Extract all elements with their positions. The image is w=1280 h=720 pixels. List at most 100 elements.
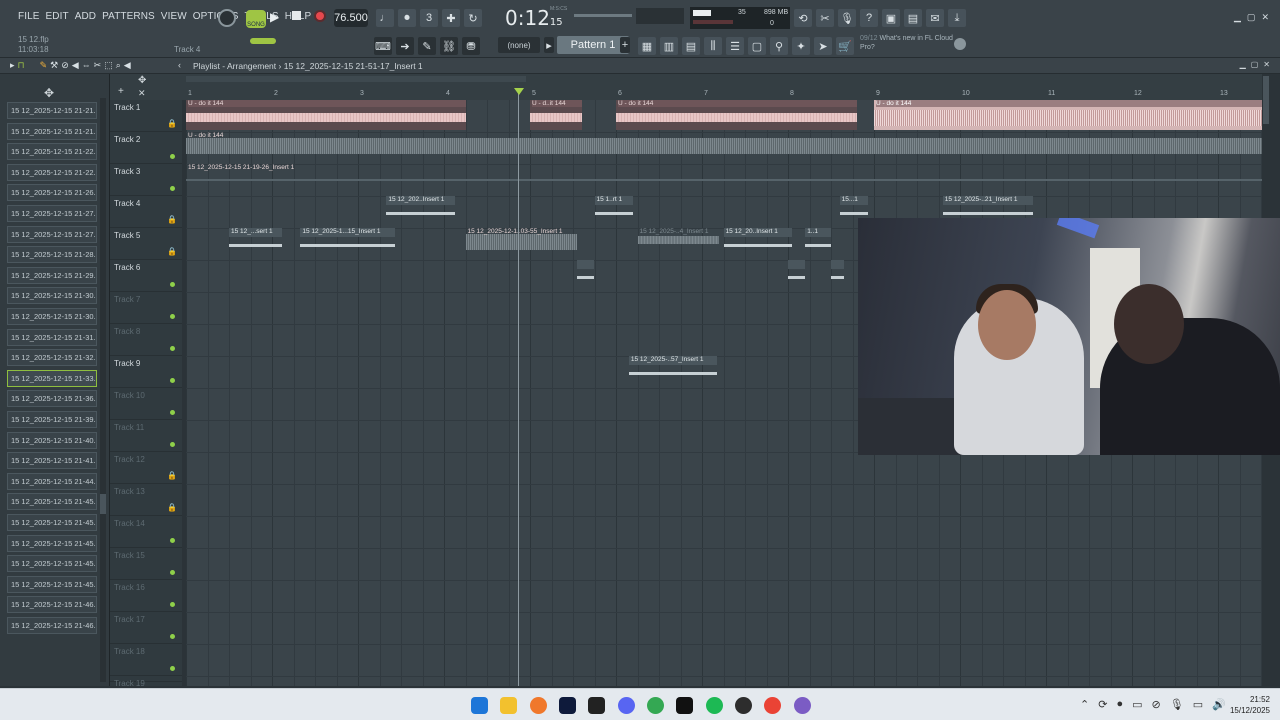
plugin-icon[interactable]: ▢: [748, 37, 766, 55]
browser-item[interactable]: 15 12_2025-12-15 21-27..: [7, 205, 97, 222]
audio-clip[interactable]: [788, 260, 806, 290]
tray-app-icon[interactable]: ●: [1116, 698, 1123, 711]
browser-item[interactable]: 15 12_2025-12-15 21-28..: [7, 246, 97, 264]
stop-icon[interactable]: [292, 11, 301, 20]
news-panel[interactable]: 09/12 What's new in FL Cloud Pro?: [860, 34, 960, 52]
menu-view[interactable]: VIEW: [161, 11, 187, 22]
browser-item[interactable]: 15 12_2025-12-15 21-30..: [7, 308, 97, 325]
metronome-icon[interactable]: ♩: [376, 9, 394, 27]
lock-icon[interactable]: 🔒: [167, 503, 177, 512]
audio-clip[interactable]: [831, 260, 844, 290]
track-header[interactable]: Track 19: [110, 676, 182, 688]
mute-led[interactable]: [170, 154, 175, 159]
mute-led[interactable]: [170, 666, 175, 671]
track-header[interactable]: Track 6: [110, 260, 182, 292]
tray-volume-icon[interactable]: 🔊: [1212, 698, 1226, 711]
audio-clip[interactable]: 15 12_2025-1...15_Insert 1: [300, 228, 395, 258]
shop-icon[interactable]: 🛒: [836, 37, 854, 55]
loop-record-icon[interactable]: ↻: [464, 9, 482, 27]
mixer-icon[interactable]: ▤: [904, 9, 922, 27]
pattern-add-icon[interactable]: +: [620, 37, 630, 53]
tray-mic-icon[interactable]: 🎙: [1170, 698, 1184, 711]
lock-icon[interactable]: 🔒: [167, 215, 177, 224]
tray-mute-icon[interactable]: ⊘: [1152, 698, 1161, 711]
close-icon[interactable]: ✕: [138, 88, 146, 99]
menu-patterns[interactable]: PATTERNS: [102, 11, 155, 22]
obs-icon[interactable]: [794, 697, 811, 714]
track-header[interactable]: Track 14: [110, 516, 182, 548]
mute-led[interactable]: [170, 314, 175, 319]
undo-history-icon[interactable]: ⟲: [794, 9, 812, 27]
mute-led[interactable]: [170, 442, 175, 447]
browser-item[interactable]: 15 12_2025-12-15 21-40..: [7, 431, 97, 449]
track-header[interactable]: Track 10: [110, 388, 182, 420]
track-header[interactable]: Track 13 🔒: [110, 484, 182, 516]
pencil-icon[interactable]: ✎: [418, 37, 436, 55]
tray-display-icon[interactable]: ▭: [1132, 698, 1142, 711]
menu-add[interactable]: ADD: [75, 11, 96, 22]
mute-led[interactable]: [170, 602, 175, 607]
tray-network-icon[interactable]: ▭: [1193, 698, 1203, 711]
audio-clip[interactable]: 15 12_2025-..57_Insert 1: [628, 356, 717, 386]
save-icon[interactable]: ▣: [882, 9, 900, 27]
browser-item[interactable]: 15 12_2025-12-15 21-36..: [7, 390, 97, 408]
channel-rack-icon[interactable]: ▤: [682, 37, 700, 55]
lock-icon[interactable]: 🔒: [167, 471, 177, 480]
audio-clip[interactable]: U - do it 144: [874, 100, 1262, 130]
time-scrollbar[interactable]: [186, 76, 526, 82]
playhead[interactable]: [518, 89, 519, 686]
browser-item[interactable]: 15 12_2025-12-15 21-33..: [7, 369, 97, 387]
track-header[interactable]: Track 9: [110, 356, 182, 388]
typing-keyboard-icon[interactable]: ⌨: [374, 37, 392, 55]
start-icon[interactable]: [471, 697, 488, 714]
browser-scroll-thumb[interactable]: [100, 494, 106, 514]
track-header[interactable]: Track 16: [110, 580, 182, 612]
playlist-close-icon[interactable]: ✕: [1263, 60, 1270, 69]
spotify-icon[interactable]: [706, 697, 723, 714]
discord-icon[interactable]: [618, 697, 635, 714]
track-header[interactable]: Track 18: [110, 644, 182, 676]
news-globe-icon[interactable]: [954, 38, 966, 50]
audio-clip[interactable]: 1..1: [805, 228, 831, 258]
ableton-live-icon[interactable]: [676, 697, 693, 714]
playlist-scroll-thumb[interactable]: [1263, 76, 1269, 124]
unity-icon[interactable]: [588, 697, 605, 714]
mute-led[interactable]: [170, 538, 175, 543]
browser-item[interactable]: 15 12_2025-12-15 21-45..: [7, 575, 97, 593]
audio-clip[interactable]: 15 12_2025-12-1..03-55_Insert 1: [465, 228, 578, 258]
master-pitch-slider[interactable]: [574, 14, 632, 17]
track-header[interactable]: Track 12 🔒: [110, 452, 182, 484]
chat-icon[interactable]: ✉: [926, 9, 944, 27]
fl-studio-icon[interactable]: [530, 697, 547, 714]
slip-icon[interactable]: ⇔: [82, 60, 91, 71]
add-track-icon[interactable]: +: [118, 86, 124, 97]
playlist-back-icon[interactable]: ‹: [178, 60, 181, 70]
download-icon[interactable]: ⤓: [948, 9, 966, 27]
audio-clip[interactable]: 15 1..rt 1: [594, 196, 634, 226]
song-mode-button[interactable]: SONG: [246, 10, 266, 28]
track-header[interactable]: Track 17: [110, 612, 182, 644]
track-header[interactable]: Track 5 🔒: [110, 228, 182, 260]
mixer-view-icon[interactable]: ⫼: [704, 37, 722, 55]
record-icon[interactable]: [314, 10, 326, 22]
track-header[interactable]: Track 7: [110, 292, 182, 324]
zoom-icon[interactable]: ⌕: [116, 60, 121, 71]
menu-edit[interactable]: EDIT: [46, 11, 69, 22]
browser-scrollbar[interactable]: [100, 98, 106, 682]
minimize-icon[interactable]: ▁: [1234, 12, 1241, 23]
select-icon[interactable]: ⬚: [104, 60, 113, 71]
pattern-prev-icon[interactable]: ▸: [544, 37, 554, 53]
audio-clip[interactable]: [577, 260, 595, 290]
browser-item[interactable]: 15 12_2025-12-15 21-30..: [7, 287, 97, 305]
master-volume-knob[interactable]: [218, 9, 236, 27]
menu-file[interactable]: FILE: [18, 11, 40, 22]
countdown-icon[interactable]: 3: [420, 9, 438, 27]
browser-item[interactable]: 15 12_2025-12-15 21-46..: [7, 596, 97, 614]
lock-icon[interactable]: 🔒: [167, 119, 177, 128]
browser-item[interactable]: 15 12_2025-12-15 21-21..: [7, 122, 97, 140]
plugin-picker-icon[interactable]: ⚲: [770, 37, 788, 55]
track-header[interactable]: Track 11: [110, 420, 182, 452]
paint-icon[interactable]: ⚒: [50, 60, 58, 71]
browser-item[interactable]: 15 12_2025-12-15 21-27..: [7, 225, 97, 243]
playlist-maximize-icon[interactable]: ▢: [1251, 60, 1259, 69]
